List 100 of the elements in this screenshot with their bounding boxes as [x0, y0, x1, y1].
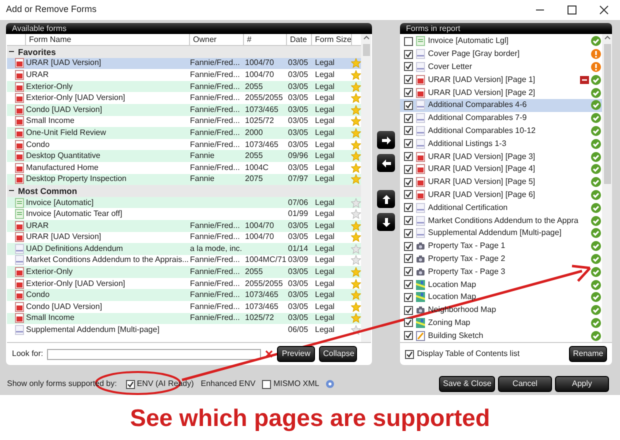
star-icon[interactable]: [351, 267, 361, 278]
form-row[interactable]: Exterior-Only Fannie/Fred... 2055 03/05 Legal: [7, 266, 361, 278]
form-row[interactable]: Exterior-Only Fannie/Fred... 2055 03/05 Legal: [7, 80, 361, 92]
checkbox[interactable]: [404, 164, 413, 174]
form-row[interactable]: Market Conditions Addendum to the Apprais...Fannie/Fred... 1004MC/71 03/09 Legal: [7, 254, 361, 266]
report-item[interactable]: Building Sketch: [400, 329, 602, 342]
minus-icon[interactable]: [9, 188, 14, 194]
star-icon[interactable]: [351, 278, 361, 289]
report-item[interactable]: Location Map: [400, 278, 602, 291]
star-icon[interactable]: [351, 162, 361, 173]
star-icon[interactable]: [351, 116, 361, 126]
star-icon[interactable]: [351, 140, 361, 150]
checkbox[interactable]: [404, 242, 413, 251]
form-row[interactable]: Invoice [Automatic] 07/06 Legal: [7, 196, 361, 208]
star-icon[interactable]: [351, 82, 361, 92]
collapse-button[interactable]: Collapse: [319, 346, 358, 362]
star-icon[interactable]: [351, 244, 361, 254]
form-row[interactable]: UAD Definitions Addendum a la mode, inc. 01/14 Legal: [7, 243, 361, 255]
report-item[interactable]: Cover Letter: [400, 60, 602, 74]
scrollbar[interactable]: [361, 34, 371, 342]
form-row[interactable]: Exterior-Only [UAD Version] Fannie/Fred... 2055/2055 03/05 Legal: [7, 278, 361, 290]
report-item[interactable]: Zoning Map: [400, 316, 602, 330]
checkbox[interactable]: [404, 139, 413, 148]
arrow-button[interactable]: [377, 131, 395, 149]
scrollbar-thumb[interactable]: [362, 44, 370, 56]
report-item[interactable]: Property Tax - Page 2: [400, 252, 602, 266]
report-item[interactable]: URAR [UAD Version] [Page 6]: [400, 188, 602, 202]
save-close-button[interactable]: Save & Close: [439, 376, 495, 392]
report-item[interactable]: Additional Certification: [400, 201, 602, 214]
checkbox[interactable]: [262, 380, 272, 388]
preview-button[interactable]: Preview: [277, 346, 316, 362]
form-row[interactable]: Desktop Quantitative Fannie 2055 09/96 Legal: [7, 150, 361, 162]
star-icon[interactable]: [351, 198, 361, 208]
arrow-button[interactable]: [377, 154, 395, 172]
form-row[interactable]: One-Unit Field Review Fannie/Fred... 2000 03/05 Legal: [7, 127, 361, 139]
checkbox[interactable]: [404, 114, 413, 123]
report-item[interactable]: Property Tax - Page 1: [400, 240, 602, 253]
checkbox[interactable]: [404, 280, 413, 290]
star-icon[interactable]: [351, 151, 361, 162]
star-icon[interactable]: [351, 70, 361, 80]
checkbox[interactable]: [404, 36, 413, 46]
scrollbar-thumb[interactable]: [604, 44, 610, 184]
checkbox[interactable]: [404, 216, 413, 226]
star-icon[interactable]: [351, 302, 361, 312]
report-item[interactable]: Property Tax - Page 3: [400, 265, 602, 278]
arrow-button[interactable]: [377, 190, 395, 208]
checkbox[interactable]: [404, 203, 413, 212]
clear-icon[interactable]: [265, 350, 274, 358]
report-item[interactable]: Supplemental Addendum [Multi-page]: [400, 226, 602, 240]
report-item[interactable]: Location Map: [400, 290, 602, 304]
star-icon[interactable]: [351, 93, 361, 104]
report-item[interactable]: Additional Comparables 4-6: [400, 98, 602, 112]
checkbox[interactable]: [404, 178, 413, 187]
star-icon[interactable]: [351, 104, 361, 115]
report-item[interactable]: Additional Listings 1-3: [400, 137, 602, 150]
checkbox[interactable]: [404, 331, 413, 340]
report-item[interactable]: Market Conditions Addendum to the Appra: [400, 214, 602, 227]
scrollbar[interactable]: [602, 34, 612, 342]
maximize-icon[interactable]: [567, 5, 577, 15]
star-icon[interactable]: [351, 58, 361, 68]
cancel-button[interactable]: Cancel: [498, 376, 552, 392]
report-item[interactable]: URAR [UAD Version] [Page 2]: [400, 86, 602, 99]
star-icon[interactable]: [351, 128, 361, 138]
report-item[interactable]: Invoice [Automatic Lgl]: [400, 35, 602, 48]
checkbox[interactable]: [404, 254, 413, 264]
star-icon[interactable]: [351, 174, 361, 184]
report-item[interactable]: Cover Page [Gray border]: [400, 48, 602, 61]
remove-icon[interactable]: [580, 76, 589, 84]
apply-button[interactable]: Apply: [555, 376, 609, 392]
report-item[interactable]: URAR [UAD Version] [Page 3]: [400, 150, 602, 163]
report-item[interactable]: Additional Comparables 10-12: [400, 124, 602, 138]
checkbox[interactable]: [404, 318, 413, 328]
checkbox[interactable]: [404, 62, 413, 72]
checkbox[interactable]: [404, 126, 413, 136]
checkbox[interactable]: [404, 152, 413, 162]
form-row[interactable]: URAR [UAD Version] Fannie/Fred... 1004/70 03/05 Legal: [7, 232, 361, 244]
checkbox[interactable]: [404, 228, 413, 238]
checkbox[interactable]: [404, 75, 413, 84]
checkbox[interactable]: [404, 88, 413, 98]
close-icon[interactable]: [599, 5, 609, 15]
star-icon[interactable]: [351, 313, 361, 324]
checkbox[interactable]: [404, 306, 413, 315]
scroll-up-icon[interactable]: [362, 34, 370, 42]
form-row[interactable]: URAR [UAD Version] Fannie/Fred... 1004/70 03/05 Legal: [7, 58, 361, 70]
report-item[interactable]: URAR [UAD Version] [Page 4]: [400, 162, 602, 176]
checkbox[interactable]: [405, 350, 414, 358]
form-row[interactable]: Condo [UAD Version] Fannie/Fred... 1073/465 03/05 Legal: [7, 104, 361, 116]
form-row[interactable]: Condo Fannie/Fred... 1073/465 03/05 Legal: [7, 289, 361, 302]
checkbox[interactable]: [404, 50, 413, 59]
checkbox[interactable]: [404, 267, 413, 276]
checkbox[interactable]: [404, 100, 413, 110]
report-item[interactable]: URAR [UAD Version] [Page 5]: [400, 176, 602, 189]
rename-button[interactable]: Rename: [569, 346, 607, 362]
star-icon[interactable]: [351, 255, 361, 266]
form-row[interactable]: Desktop Property Inspection Fannie 2075 07/97 Legal: [7, 174, 361, 186]
checkbox[interactable]: [126, 380, 135, 388]
star-icon[interactable]: [351, 232, 361, 242]
form-row[interactable]: URAR Fannie/Fred... 1004/70 03/05 Legal: [7, 220, 361, 232]
scroll-up-icon[interactable]: [604, 34, 610, 42]
star-icon[interactable]: [351, 220, 361, 231]
